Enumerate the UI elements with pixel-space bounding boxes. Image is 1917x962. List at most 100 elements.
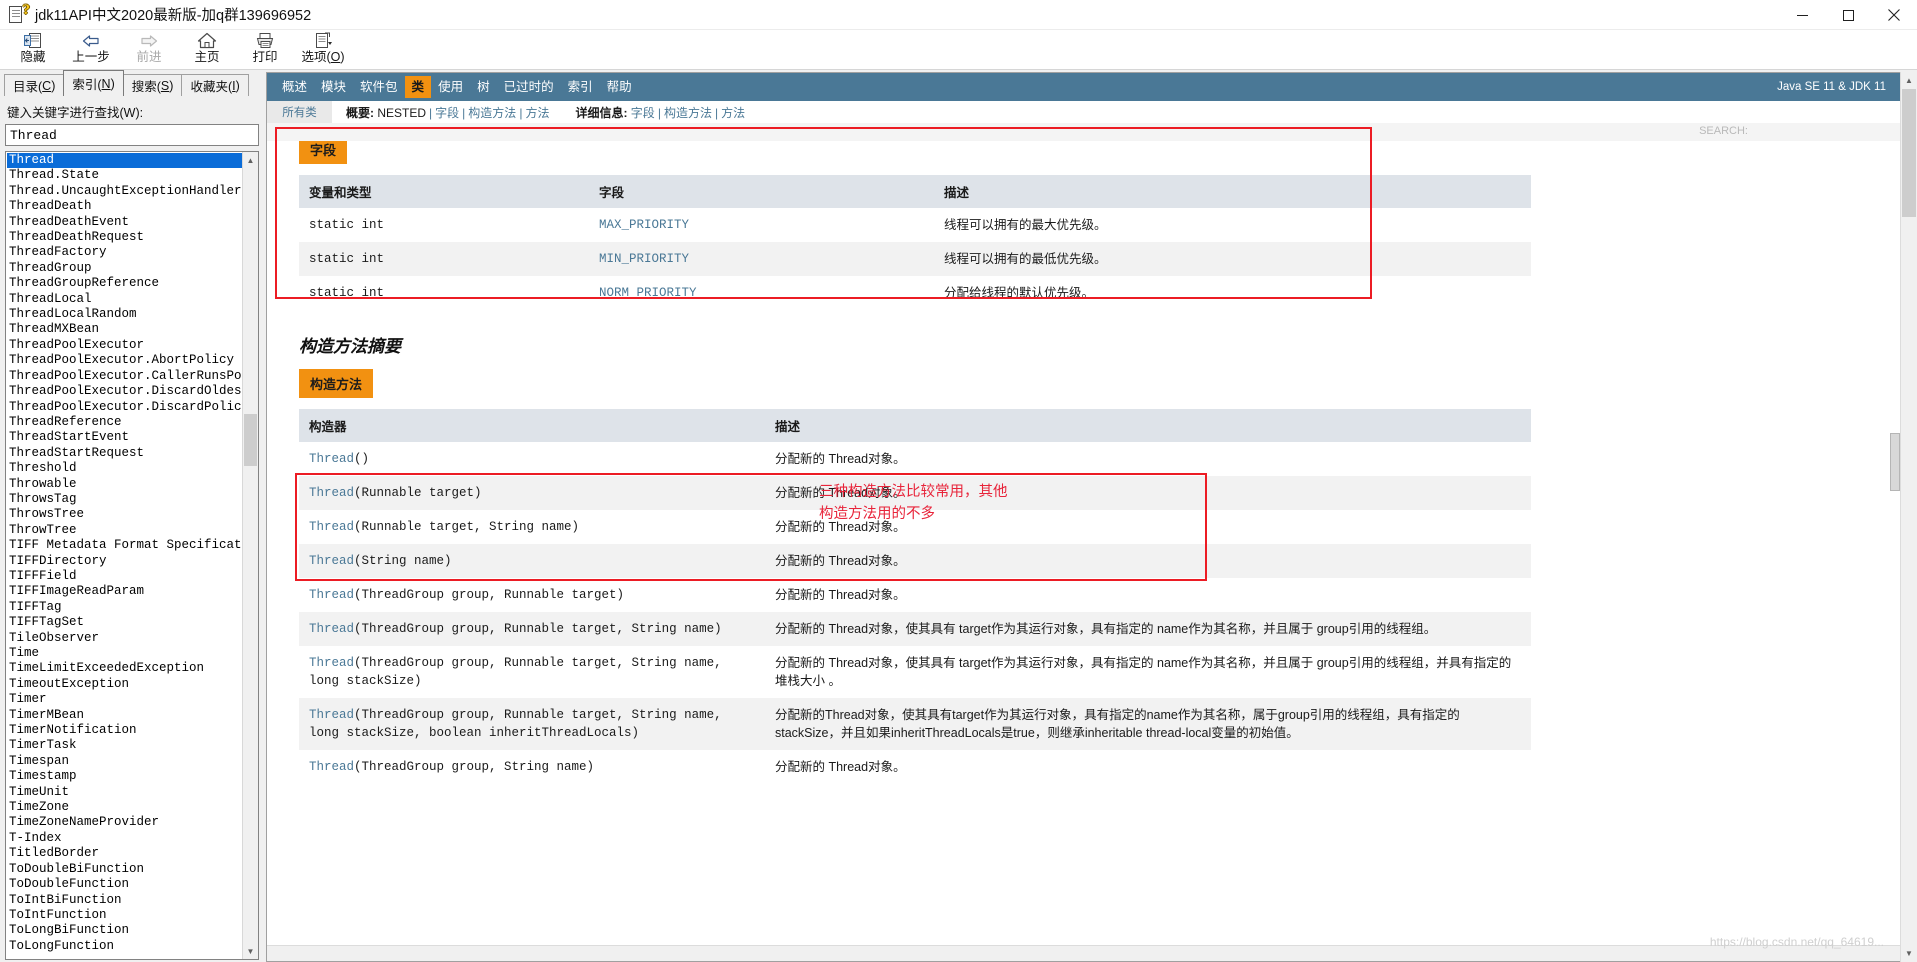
tab-search[interactable]: 搜索(S) — [122, 74, 183, 96]
scroll-thumb[interactable] — [244, 414, 257, 466]
index-list-item[interactable]: TimeoutException — [7, 677, 242, 692]
index-list-item[interactable]: ToLongBiFunction — [7, 923, 242, 938]
all-classes-tab[interactable]: 所有类 — [267, 101, 332, 123]
index-list-item[interactable]: TIFFField — [7, 569, 242, 584]
topnav-use[interactable]: 使用 — [431, 77, 470, 98]
index-list-item[interactable]: TimeLimitExceededException — [7, 661, 242, 676]
doc-scroll-up-icon[interactable]: ▲ — [1901, 72, 1917, 89]
field-name[interactable]: MAX_PRIORITY — [589, 208, 934, 242]
side-handle[interactable] — [1890, 433, 1900, 491]
constructor-link[interactable]: Thread — [309, 486, 354, 500]
home-button[interactable]: 主页 — [178, 30, 236, 64]
detail-fields[interactable]: 字段 — [631, 106, 655, 120]
index-list-scrollbar[interactable]: ▲ ▼ — [242, 152, 258, 959]
constructor-signature[interactable]: Thread(ThreadGroup group, String name) — [299, 750, 765, 784]
index-list-item[interactable]: Throwable — [7, 477, 242, 492]
index-list-item[interactable]: TimeUnit — [7, 785, 242, 800]
print-button[interactable]: 打印 — [236, 30, 294, 64]
topnav-deprecated[interactable]: 已过时的 — [497, 77, 561, 98]
tab-contents[interactable]: 目录(C) — [4, 74, 65, 96]
index-list-item[interactable]: TitledBorder — [7, 846, 242, 861]
tab-index[interactable]: 索引(N) — [63, 70, 124, 96]
close-icon[interactable] — [1871, 0, 1917, 30]
summary-methods[interactable]: 方法 — [525, 106, 549, 120]
index-list-item[interactable]: ToDoubleFunction — [7, 877, 242, 892]
index-list-item[interactable]: ThreadPoolExecutor — [7, 338, 242, 353]
summary-constructors[interactable]: 构造方法 — [468, 106, 516, 120]
index-list-item[interactable]: ThreadDeathRequest — [7, 230, 242, 245]
index-list-item[interactable]: ThreadStartEvent — [7, 430, 242, 445]
topnav-class[interactable]: 类 — [404, 75, 432, 99]
index-list-item[interactable]: ThrowTree — [7, 523, 242, 538]
summary-fields[interactable]: 字段 — [435, 106, 459, 120]
index-list-item[interactable]: ThreadStartRequest — [7, 446, 242, 461]
index-list-item[interactable]: ToDoubleBiFunction — [7, 862, 242, 877]
index-list-item[interactable]: Timer — [7, 692, 242, 707]
index-list-item[interactable]: TimeZoneNameProvider — [7, 815, 242, 830]
index-list-item[interactable]: ThreadFactory — [7, 245, 242, 260]
topnav-packages[interactable]: 软件包 — [353, 77, 405, 98]
scroll-down-icon[interactable]: ▼ — [243, 943, 258, 959]
minimize-icon[interactable] — [1779, 0, 1825, 30]
back-button[interactable]: 上一步 — [62, 30, 120, 64]
constructor-link[interactable]: Thread — [309, 708, 354, 722]
constructor-link[interactable]: Thread — [309, 622, 354, 636]
doc-scroll-down-icon[interactable]: ▼ — [1901, 945, 1917, 962]
index-list-item[interactable]: ThrowsTree — [7, 507, 242, 522]
constructor-link[interactable]: Thread — [309, 656, 354, 670]
index-list-item[interactable]: TimerMBean — [7, 708, 242, 723]
topnav-index[interactable]: 索引 — [561, 77, 600, 98]
index-list-item[interactable]: ToLongFunction — [7, 939, 242, 954]
hide-pane-button[interactable]: 隐藏 — [4, 30, 62, 64]
index-list-item[interactable]: TimerTask — [7, 738, 242, 753]
index-list-item[interactable]: TIFFImageReadParam — [7, 584, 242, 599]
constructor-signature[interactable]: Thread() — [299, 442, 765, 476]
index-list-item[interactable]: ThreadGroup — [7, 261, 242, 276]
index-list-item[interactable]: ThreadPoolExecutor.CallerRunsPolicy — [7, 369, 242, 384]
index-list-item[interactable]: Threshold — [7, 461, 242, 476]
constructors-chip[interactable]: 构造方法 — [299, 369, 374, 398]
document-scroll-area[interactable]: SEARCH: 三种构造方法比较常用，其他构造方法用的不多 字段 变量和类型 字… — [267, 123, 1900, 961]
index-list-item[interactable]: TIFFTag — [7, 600, 242, 615]
scroll-up-icon[interactable]: ▲ — [243, 152, 258, 168]
index-list-item[interactable]: TIFFTagSet — [7, 615, 242, 630]
document-hscrollbar[interactable] — [267, 945, 1900, 961]
doc-scroll-thumb[interactable] — [1902, 89, 1916, 217]
index-list-item[interactable]: ThrowsTag — [7, 492, 242, 507]
topnav-tree[interactable]: 树 — [470, 77, 497, 98]
constructor-signature[interactable]: Thread(ThreadGroup group, Runnable targe… — [299, 698, 765, 750]
index-list-item[interactable]: ThreadLocalRandom — [7, 307, 242, 322]
constructor-signature[interactable]: Thread(Runnable target) — [299, 476, 765, 510]
index-list-item[interactable]: ThreadPoolExecutor.AbortPolicy — [7, 353, 242, 368]
topnav-modules[interactable]: 模块 — [314, 77, 353, 98]
constructor-link[interactable]: Thread — [309, 520, 354, 534]
detail-methods[interactable]: 方法 — [721, 106, 745, 120]
index-list-item[interactable]: TimeZone — [7, 800, 242, 815]
index-list-item[interactable]: ThreadPoolExecutor.DiscardOldestPolicy — [7, 384, 242, 399]
constructor-signature[interactable]: Thread(ThreadGroup group, Runnable targe… — [299, 578, 765, 612]
index-list-item[interactable]: ThreadReference — [7, 415, 242, 430]
constructor-signature[interactable]: Thread(String name) — [299, 544, 765, 578]
index-list-item[interactable]: TIFF Metadata Format Specification — [7, 538, 242, 553]
keyword-search-input[interactable]: Thread — [5, 124, 259, 146]
constructor-signature[interactable]: Thread(Runnable target, String name) — [299, 510, 765, 544]
constructor-link[interactable]: Thread — [309, 554, 354, 568]
field-name[interactable]: NORM_PRIORITY — [589, 276, 934, 310]
maximize-icon[interactable] — [1825, 0, 1871, 30]
field-name[interactable]: MIN_PRIORITY — [589, 242, 934, 276]
index-list-item[interactable]: TIFFDirectory — [7, 554, 242, 569]
constructor-signature[interactable]: Thread(ThreadGroup group, Runnable targe… — [299, 646, 765, 698]
index-list-item[interactable]: ToIntFunction — [7, 908, 242, 923]
index-list-item[interactable]: Timestamp — [7, 769, 242, 784]
topnav-help[interactable]: 帮助 — [600, 77, 639, 98]
index-list-item[interactable]: Thread.State — [7, 168, 242, 183]
index-list-item[interactable]: ToIntBiFunction — [7, 893, 242, 908]
index-list-item[interactable]: T-Index — [7, 831, 242, 846]
constructor-link[interactable]: Thread — [309, 588, 354, 602]
topnav-overview[interactable]: 概述 — [275, 77, 314, 98]
tab-favorites[interactable]: 收藏夹(I) — [181, 74, 249, 96]
constructor-link[interactable]: Thread — [309, 452, 354, 466]
detail-constructors[interactable]: 构造方法 — [664, 106, 712, 120]
index-list-item[interactable]: ThreadDeathEvent — [7, 215, 242, 230]
index-list-item[interactable]: Thread — [7, 153, 242, 169]
